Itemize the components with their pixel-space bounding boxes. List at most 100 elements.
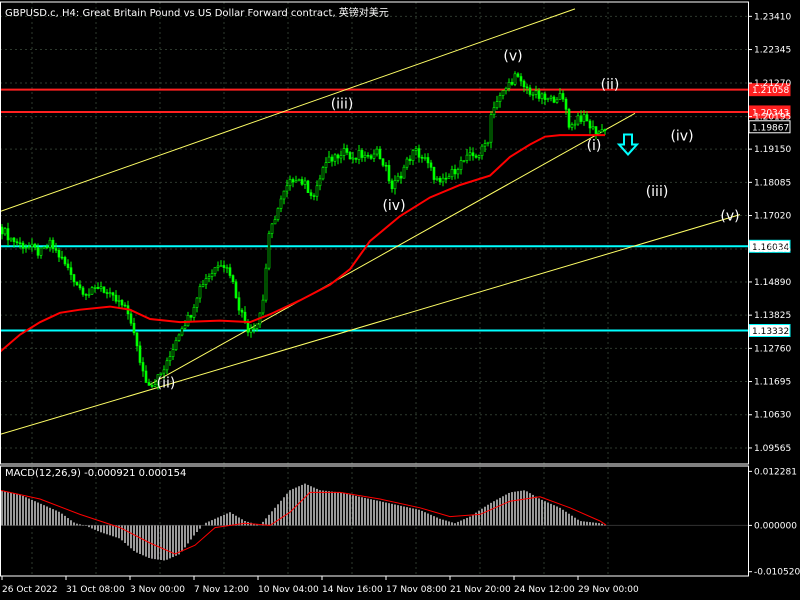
candle-body (96, 287, 100, 289)
candle-body (102, 286, 106, 293)
candle-body (474, 155, 478, 158)
candle-body (576, 115, 580, 125)
candle-body (105, 292, 109, 294)
candle-body (84, 294, 88, 296)
candle-body (123, 304, 127, 307)
candle-body (327, 156, 331, 164)
moving-average (0, 134, 605, 353)
candle-body (288, 179, 292, 187)
level-price-label: 1.13332 (752, 327, 789, 337)
candle-body (78, 284, 82, 289)
candle-body (387, 165, 391, 182)
candle-body (390, 180, 394, 190)
candle-body (351, 157, 355, 160)
candle-body (237, 297, 241, 311)
candle-body (477, 155, 481, 158)
candle-body (558, 93, 562, 100)
x-tick-label: 7 Nov 12:00 (194, 585, 249, 595)
candle-body (537, 90, 541, 99)
candle-body (333, 154, 337, 162)
candle-body (30, 243, 34, 247)
wave-label: (ii) (157, 376, 176, 392)
candle-body (150, 385, 154, 387)
candle-body (429, 162, 433, 168)
wave-label: (i) (587, 138, 602, 154)
candle-body (300, 179, 304, 185)
macd-title: MACD(12,26,9) -0.000921 0.000154 (5, 468, 187, 479)
x-tick-label: 24 Nov 12:00 (514, 585, 575, 595)
candle-body (462, 160, 466, 162)
candle-body (204, 278, 208, 285)
candle-body (357, 150, 361, 160)
candle-body (186, 315, 190, 326)
candle-body (48, 239, 52, 248)
arrow-shape (616, 133, 640, 156)
candle-body (336, 154, 340, 159)
candle-body (246, 321, 250, 333)
candle-body (81, 287, 85, 295)
channel-lines[interactable] (0, 8, 741, 435)
candle-body (555, 98, 559, 103)
candle-body (501, 90, 505, 96)
candle-body (549, 96, 553, 99)
candle-body (378, 148, 382, 160)
candle-body (471, 152, 475, 157)
candle-body (159, 372, 163, 375)
wave-label: (iii) (646, 184, 669, 200)
candle-body (18, 242, 22, 245)
candle-body (174, 340, 178, 350)
wave-label: (iv) (670, 128, 693, 144)
y-tick-label: 1.22345 (754, 46, 791, 56)
candle-body (345, 148, 349, 153)
candle-body (522, 80, 526, 88)
candle-body (528, 87, 532, 95)
candle-body (543, 93, 547, 100)
candle-body (585, 114, 589, 122)
candle-body (525, 86, 529, 89)
candle-body (225, 267, 229, 269)
candle-body (45, 246, 49, 249)
candle-body (360, 150, 364, 158)
candle-body (294, 180, 298, 183)
candle-body (39, 247, 43, 256)
y-tick-label: 1.14890 (754, 278, 791, 288)
channel-line (0, 214, 741, 435)
price-grid (0, 2, 748, 576)
x-tick-label: 31 Oct 08:00 (66, 585, 125, 595)
candle-body (138, 345, 142, 363)
candle-body (495, 101, 499, 109)
y-tick-label: 1.20195 (754, 113, 791, 123)
candle-body (372, 153, 376, 159)
candle-body (285, 185, 289, 192)
candle-body (216, 265, 220, 268)
candle-body (534, 90, 538, 95)
candle-body (366, 154, 370, 157)
y-tick-label: 1.15945 (754, 245, 791, 255)
candle-body (411, 150, 415, 162)
macd-y-tick-label: 0.012281 (754, 467, 797, 477)
candle-body (363, 154, 367, 158)
candle-body (516, 73, 520, 77)
chart-canvas[interactable]: 1.210581.203431.198671.160341.13332 (ii)… (0, 0, 800, 600)
wave-label: (ii) (601, 77, 620, 93)
candle-body (603, 129, 607, 131)
candle-body (480, 145, 484, 157)
candle-body (414, 148, 418, 151)
y-tick-label: 1.21270 (754, 79, 791, 89)
candle-body (396, 175, 400, 181)
candle-body (510, 81, 514, 85)
candle-body (486, 141, 490, 144)
candle-body (21, 242, 25, 249)
candle-body (0, 226, 4, 235)
candle-body (498, 95, 502, 102)
candle-body (24, 247, 28, 249)
candle-body (588, 120, 592, 129)
wave-label: (iii) (331, 97, 354, 113)
candle-body (132, 322, 136, 334)
y-tick-label: 1.13825 (754, 311, 791, 321)
candle-body (342, 148, 346, 156)
candle-body (276, 208, 280, 220)
candle-body (456, 169, 460, 175)
level-price-label: 1.19867 (752, 123, 789, 133)
candle-body (252, 328, 256, 330)
